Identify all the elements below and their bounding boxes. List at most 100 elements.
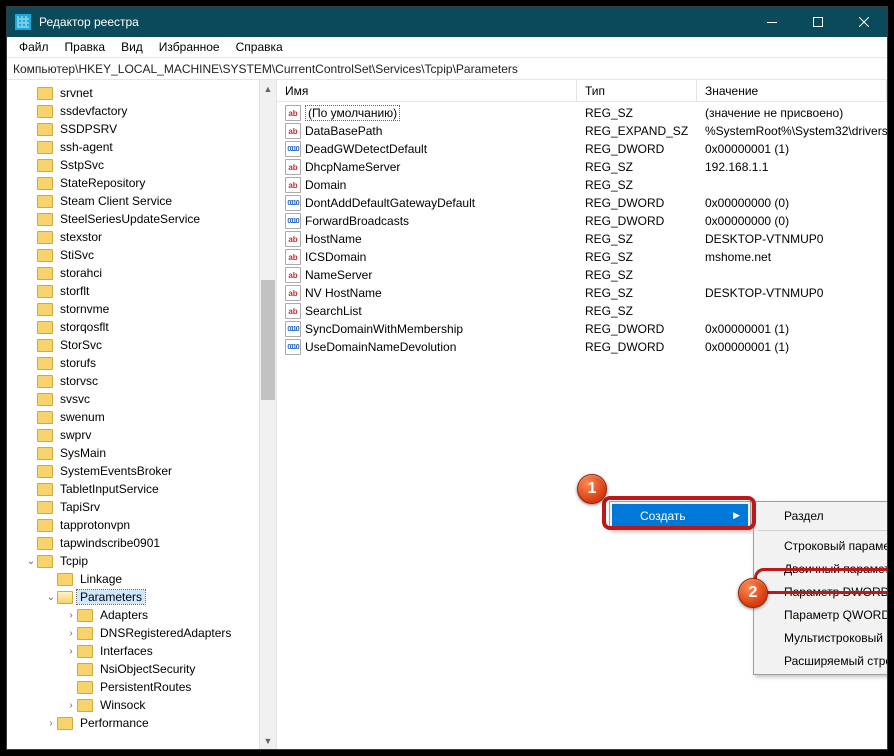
tree-item[interactable]: storahci xyxy=(7,264,276,282)
cell-name: abDhcpNameServer xyxy=(277,159,577,175)
tree-item[interactable]: ›Adapters xyxy=(7,606,276,624)
tree-item[interactable]: tapprotonvpn xyxy=(7,516,276,534)
expand-closed-icon[interactable]: › xyxy=(65,646,77,657)
tree-item[interactable]: StiSvc xyxy=(7,246,276,264)
scroll-down-icon[interactable]: ▼ xyxy=(260,732,276,749)
tree-item[interactable]: storufs xyxy=(7,354,276,372)
tree-item[interactable]: › DNSRegisteredAdapters xyxy=(7,624,276,642)
menu-item-binary[interactable]: Двоичный параметр xyxy=(756,557,887,580)
tree-item[interactable]: Steam Client Service xyxy=(7,192,276,210)
menu-edit[interactable]: Правка xyxy=(57,38,114,56)
menu-file[interactable]: Файл xyxy=(11,38,57,56)
tree-scrollbar[interactable]: ▲ ▼ xyxy=(259,80,276,749)
table-row[interactable]: abHostNameREG_SZDESKTOP-VTNMUP0 xyxy=(277,230,887,248)
tree-item[interactable]: StorSvc xyxy=(7,336,276,354)
tree-item[interactable]: Linkage xyxy=(7,570,276,588)
folder-icon xyxy=(57,591,73,604)
folder-icon xyxy=(37,249,53,262)
tree-item[interactable]: ›Winsock xyxy=(7,696,276,714)
tree-item[interactable]: storflt xyxy=(7,282,276,300)
expand-open-icon[interactable]: ⌄ xyxy=(25,556,37,567)
tree-item[interactable]: tapwindscribe0901 xyxy=(7,534,276,552)
tree-item-label: swprv xyxy=(57,428,94,442)
table-row[interactable]: 0110DontAddDefaultGatewayDefaultREG_DWOR… xyxy=(277,194,887,212)
tree-item[interactable]: ⌄Tcpip xyxy=(7,552,276,570)
table-row[interactable]: 0110DeadGWDetectDefaultREG_DWORD0x000000… xyxy=(277,140,887,158)
close-button[interactable] xyxy=(841,7,887,37)
tree-item[interactable]: stexstor xyxy=(7,228,276,246)
menu-item-dword[interactable]: Параметр DWORD (32 бита) xyxy=(756,580,887,603)
table-row[interactable]: abDhcpNameServerREG_SZ192.168.1.1 xyxy=(277,158,887,176)
minimize-button[interactable] xyxy=(749,7,795,37)
tree-item[interactable]: SystemEventsBroker xyxy=(7,462,276,480)
tree-item[interactable]: TapiSrv xyxy=(7,498,276,516)
tree-item[interactable]: stornvme xyxy=(7,300,276,318)
expand-open-icon[interactable]: ⌄ xyxy=(45,592,57,603)
menu-item-qword[interactable]: Параметр QWORD (64 бита) xyxy=(756,603,887,626)
table-row[interactable]: abDomainREG_SZ xyxy=(277,176,887,194)
tree-item[interactable]: srvnet xyxy=(7,84,276,102)
tree-item[interactable]: swenum xyxy=(7,408,276,426)
tree-item[interactable]: ›Interfaces xyxy=(7,642,276,660)
folder-icon xyxy=(37,285,53,298)
maximize-button[interactable] xyxy=(795,7,841,37)
tree-item[interactable]: ⌄Parameters xyxy=(7,588,276,606)
table-row[interactable]: abICSDomainREG_SZmshome.net xyxy=(277,248,887,266)
table-row[interactable]: abNV HostNameREG_SZDESKTOP-VTNMUP0 xyxy=(277,284,887,302)
window-title: Редактор реестра xyxy=(39,15,749,29)
tree-item-label: tapwindscribe0901 xyxy=(57,536,163,550)
tree-item-label: SSDPSRV xyxy=(57,122,120,136)
cell-name: abHostName xyxy=(277,231,577,247)
expand-closed-icon[interactable]: › xyxy=(45,718,57,729)
tree-item-label: ssh-agent xyxy=(57,140,116,154)
tree-item[interactable]: ssh-agent xyxy=(7,138,276,156)
column-type[interactable]: Тип xyxy=(577,80,697,101)
table-row[interactable]: abSearchListREG_SZ xyxy=(277,302,887,320)
folder-icon xyxy=(37,375,53,388)
menu-item-expandstring[interactable]: Расширяемый строковый параметр xyxy=(756,649,887,672)
tree-item[interactable]: SstpSvc xyxy=(7,156,276,174)
tree-item[interactable]: ›Performance xyxy=(7,714,276,732)
tree-item-label: DNSRegisteredAdapters xyxy=(97,626,234,640)
tree-item[interactable]: storqosflt xyxy=(7,318,276,336)
column-name[interactable]: Имя xyxy=(277,80,577,101)
tree-item[interactable]: SteelSeriesUpdateService xyxy=(7,210,276,228)
menu-item-multistring[interactable]: Мультистроковый параметр xyxy=(756,626,887,649)
table-row[interactable]: ab(По умолчанию)REG_SZ(значение не присв… xyxy=(277,104,887,122)
menu-favorites[interactable]: Избранное xyxy=(151,38,228,56)
scroll-up-icon[interactable]: ▲ xyxy=(260,80,276,97)
menu-help[interactable]: Справка xyxy=(228,38,291,56)
cell-name: abDataBasePath xyxy=(277,123,577,139)
table-row[interactable]: 0110ForwardBroadcastsREG_DWORD0x00000000… xyxy=(277,212,887,230)
tree-item[interactable]: StateRepository xyxy=(7,174,276,192)
tree-item[interactable]: SysMain xyxy=(7,444,276,462)
table-row[interactable]: 0110UseDomainNameDevolutionREG_DWORD0x00… xyxy=(277,338,887,356)
tree-pane[interactable]: srvnetssdevfactory SSDPSRV ssh-agent SstpSv… xyxy=(7,80,277,749)
expand-closed-icon[interactable]: › xyxy=(65,610,77,621)
expand-closed-icon[interactable]: › xyxy=(65,700,77,711)
folder-icon xyxy=(37,159,53,172)
folder-icon xyxy=(77,699,93,712)
column-value[interactable]: Значение xyxy=(697,80,887,101)
table-row[interactable]: abDataBasePathREG_EXPAND_SZ%SystemRoot%\… xyxy=(277,122,887,140)
tree-item[interactable]: PersistentRoutes xyxy=(7,678,276,696)
tree-item[interactable]: SSDPSRV xyxy=(7,120,276,138)
tree-item[interactable]: storvsc xyxy=(7,372,276,390)
menu-view[interactable]: Вид xyxy=(113,38,151,56)
menu-item-create[interactable]: Создать ▶ xyxy=(612,504,748,527)
value-name: DeadGWDetectDefault xyxy=(305,142,427,156)
tree-item[interactable]: TabletInputService xyxy=(7,480,276,498)
menu-item-section[interactable]: Раздел xyxy=(756,504,887,527)
tree-item[interactable]: ssdevfactory xyxy=(7,102,276,120)
address-bar[interactable]: Компьютер\HKEY_LOCAL_MACHINE\SYSTEM\Curr… xyxy=(7,58,887,80)
tree-item[interactable]: swprv xyxy=(7,426,276,444)
menu-item-string[interactable]: Строковый параметр xyxy=(756,534,887,557)
folder-icon xyxy=(37,501,53,514)
values-pane[interactable]: Имя Тип Значение ab(По умолчанию)REG_SZ(… xyxy=(277,80,887,749)
table-row[interactable]: abNameServerREG_SZ xyxy=(277,266,887,284)
tree-item[interactable]: svsvc xyxy=(7,390,276,408)
tree-item[interactable]: NsiObjectSecurity xyxy=(7,660,276,678)
table-row[interactable]: 0110SyncDomainWithMembershipREG_DWORD0x0… xyxy=(277,320,887,338)
scroll-thumb[interactable] xyxy=(261,280,275,400)
expand-closed-icon[interactable]: › xyxy=(65,628,77,639)
